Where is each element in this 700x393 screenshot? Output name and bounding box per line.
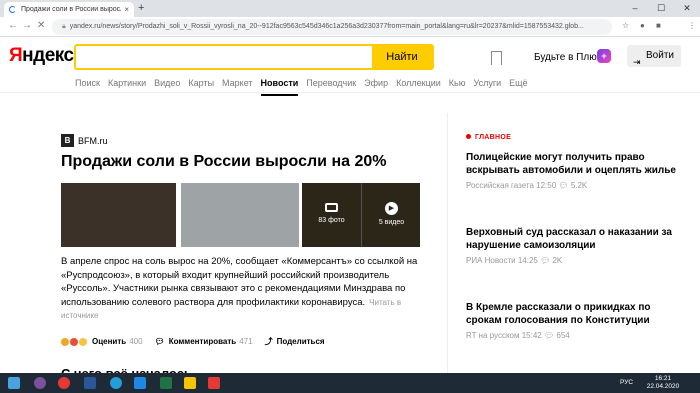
start-icon[interactable] <box>8 377 20 389</box>
tab-title: Продажи соли в России выросли <box>21 6 122 13</box>
back-icon[interactable]: ← <box>8 20 18 31</box>
lock-icon: 🔒︎ <box>62 23 66 30</box>
sidebar-heading: ГЛАВНОЕ <box>466 134 511 141</box>
telegram-icon[interactable] <box>110 377 122 389</box>
plus-icon[interactable]: + <box>597 49 611 63</box>
play-icon: ▶ <box>385 202 398 215</box>
share-icon: ⤴ <box>264 337 273 346</box>
login-label: Войти <box>646 50 674 61</box>
sidebar-news-item[interactable]: Полицейские могут получить право вскрыва… <box>466 151 686 190</box>
service-link[interactable]: Ещё <box>509 78 527 96</box>
service-link-active[interactable]: Новости <box>261 78 299 96</box>
source-name: BFM.ru <box>78 135 108 146</box>
excel-icon[interactable] <box>160 377 172 389</box>
menu-icon[interactable]: ⋮ <box>688 21 696 30</box>
news-headline[interactable]: Полицейские могут получить право вскрыва… <box>466 151 686 177</box>
yandex-header: Яндекс Найти Будьте в Плюсе + ⇥ Войти По… <box>0 37 700 93</box>
service-link[interactable]: Кью <box>449 78 466 96</box>
browser-tab-strip: Продажи соли в России выросли × + – ☐ ✕ <box>0 0 700 17</box>
service-link[interactable]: Коллекции <box>396 78 441 96</box>
stop-icon[interactable]: ✕ <box>37 20 45 31</box>
clock-date: 22.04.2020 <box>646 383 680 390</box>
app-icon[interactable] <box>134 377 146 389</box>
address-bar[interactable]: 🔒︎ yandex.ru/news/story/Prodazhi_soli_v_R… <box>52 19 612 35</box>
news-headline[interactable]: Верховный суд рассказал о наказании за н… <box>466 226 686 252</box>
news-meta: RT на русском 15:42 💬︎ 654 <box>466 331 570 340</box>
clock-time: 16:21 <box>654 375 672 382</box>
services-nav: Поиск Картинки Видео Карты Маркет Новост… <box>75 78 536 96</box>
story-source[interactable]: B BFM.ru <box>61 134 108 147</box>
extension-icon[interactable]: ● <box>640 21 645 30</box>
story-title: Продажи соли в России выросли на 20% <box>61 153 387 170</box>
bookmark-icon[interactable] <box>491 51 502 65</box>
photos-count: 83 фото <box>318 217 345 224</box>
live-dot-icon <box>466 134 471 139</box>
sidebar-news-item[interactable]: В Кремле рассказали о прикидках по срока… <box>466 301 686 340</box>
news-meta: РИА Новости 14:25 💬︎ 2K <box>466 256 563 265</box>
app-icon[interactable] <box>208 377 220 389</box>
media-gallery: 83 фото ▶ 5 видео <box>302 183 420 247</box>
sidebar-heading-label: ГЛАВНОЕ <box>475 134 512 141</box>
new-tab-button[interactable]: + <box>138 2 144 14</box>
loading-spinner-icon <box>9 6 16 13</box>
lead-text: В апреле спрос на соль вырос на 20%, соо… <box>61 256 418 308</box>
rate-button[interactable]: Оценить <box>92 337 126 346</box>
story-actions: Оценить 400 💬︎ Комментировать 471 ⤴ Поде… <box>61 336 325 347</box>
service-link[interactable]: Видео <box>154 78 180 96</box>
comment-icon: 💬︎ <box>558 181 569 190</box>
source-logo-icon: B <box>61 134 74 147</box>
windows-taskbar: РУС 16:21 22.04.2020 <box>0 373 700 393</box>
column-divider <box>447 113 448 373</box>
browser-tab[interactable]: Продажи соли в России выросли × <box>4 2 134 17</box>
comment-count: 471 <box>239 337 253 346</box>
viber-icon[interactable] <box>34 377 46 389</box>
window-controls: – ☐ ✕ <box>622 0 700 17</box>
yandex-logo[interactable]: Яндекс <box>9 45 74 67</box>
service-link[interactable]: Эфир <box>364 78 388 96</box>
language-indicator[interactable]: РУС <box>620 379 633 386</box>
login-icon: ⇥ <box>633 57 641 67</box>
comment-icon: 💬︎ <box>543 331 555 340</box>
rate-count: 400 <box>129 337 143 346</box>
forward-icon[interactable]: → <box>22 20 32 31</box>
browser-toolbar: ← → ✕ 🔒︎ yandex.ru/news/story/Prodazhi_so… <box>0 17 700 37</box>
chrome-icon[interactable] <box>58 377 70 389</box>
camera-icon <box>325 203 338 212</box>
close-window-button[interactable]: ✕ <box>674 0 700 17</box>
comment-icon: 💬︎ <box>540 256 551 265</box>
service-link[interactable]: Карты <box>188 78 214 96</box>
login-button[interactable]: ⇥ Войти <box>627 45 681 67</box>
service-link[interactable]: Поиск <box>75 78 100 96</box>
story-photo[interactable] <box>181 183 299 247</box>
extension-icon[interactable]: ■ <box>656 21 661 30</box>
search-button[interactable]: Найти <box>372 46 432 68</box>
story-photo[interactable] <box>61 183 176 247</box>
logo-first-letter: Я <box>9 45 23 66</box>
url-text: yandex.ru/news/story/Prodazhi_soli_v_Ros… <box>69 23 584 30</box>
sidebar-news-item[interactable]: Верховный суд рассказал о наказании за н… <box>466 226 686 265</box>
tab-close-icon[interactable]: × <box>124 5 129 14</box>
videos-count: 5 видео <box>378 219 405 226</box>
service-link[interactable]: Картинки <box>108 78 146 96</box>
news-meta: Российская газета 12:50 💬︎ 5.2K <box>466 181 588 190</box>
comment-icon: 💬︎ <box>154 337 165 346</box>
search-box: Найти <box>74 44 434 70</box>
star-icon[interactable]: ☆ <box>622 21 629 30</box>
service-link[interactable]: Маркет <box>222 78 252 96</box>
maximize-button[interactable]: ☐ <box>648 0 674 17</box>
search-input[interactable] <box>76 46 366 68</box>
service-link[interactable]: Переводчик <box>306 78 356 96</box>
logo-rest: ндекс <box>22 45 74 66</box>
news-headline[interactable]: В Кремле рассказали о прикидках по срока… <box>466 301 686 327</box>
share-button[interactable]: Поделиться <box>277 337 325 346</box>
photos-button[interactable]: 83 фото <box>302 183 361 247</box>
reactions-icon[interactable] <box>61 337 88 346</box>
story-lead: В апреле спрос на соль вырос на 20%, соо… <box>61 255 421 323</box>
videos-button[interactable]: ▶ 5 видео <box>362 183 421 247</box>
folder-icon[interactable] <box>184 377 196 389</box>
minimize-button[interactable]: – <box>622 0 648 17</box>
service-link[interactable]: Услуги <box>473 78 501 96</box>
word-icon[interactable] <box>84 377 96 389</box>
comment-button[interactable]: Комментировать <box>169 337 237 346</box>
